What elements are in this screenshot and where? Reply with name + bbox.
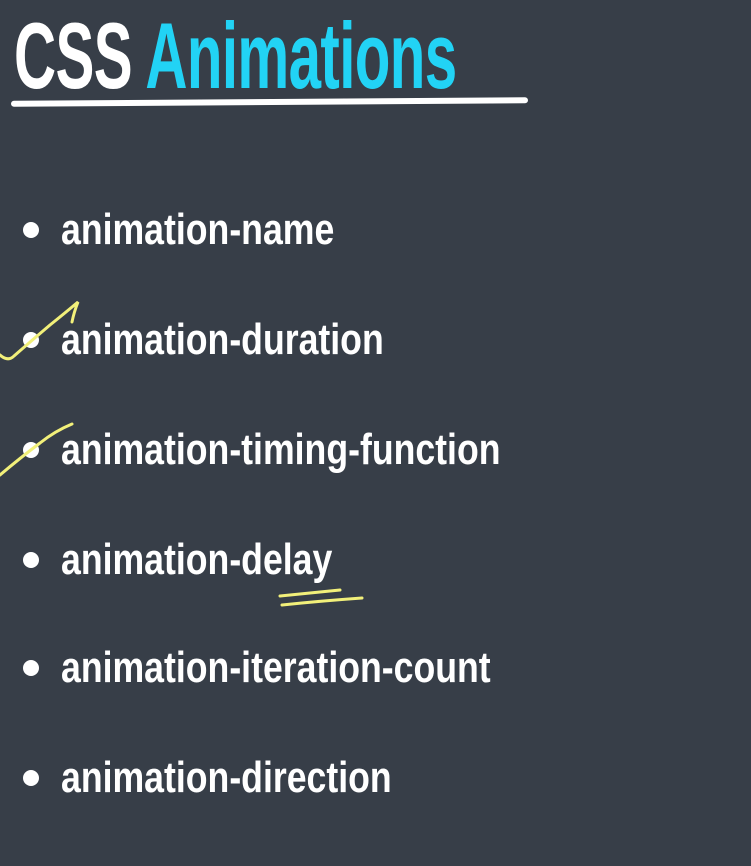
list-item: animation-direction <box>0 753 751 803</box>
list-item-label: animation-iteration-count <box>61 643 491 692</box>
title-animations: Animations <box>145 3 457 108</box>
list-item: animation-name <box>0 205 751 255</box>
bullet-icon <box>23 442 39 458</box>
bullet-icon <box>23 332 39 348</box>
list-item-label: animation-direction <box>61 753 392 802</box>
bullet-icon <box>23 222 39 238</box>
list-item-label: animation-timing-function <box>61 425 501 474</box>
bullet-icon <box>23 770 39 786</box>
list-item-label: animation-duration <box>61 315 384 364</box>
list-item-label: animation-delay <box>61 535 333 584</box>
title-css: CSS <box>14 3 133 108</box>
list-item: animation-delay <box>0 535 751 585</box>
list-item: animation-duration <box>0 315 751 365</box>
underline-mark <box>280 596 364 607</box>
slide-title: CSS Animations <box>14 6 457 106</box>
underline-mark <box>278 588 342 598</box>
bullet-icon <box>23 552 39 568</box>
list-item-label: animation-name <box>61 205 335 254</box>
list-item: animation-timing-function <box>0 425 751 475</box>
bullet-icon <box>23 660 39 676</box>
list-item: animation-iteration-count <box>0 643 751 693</box>
